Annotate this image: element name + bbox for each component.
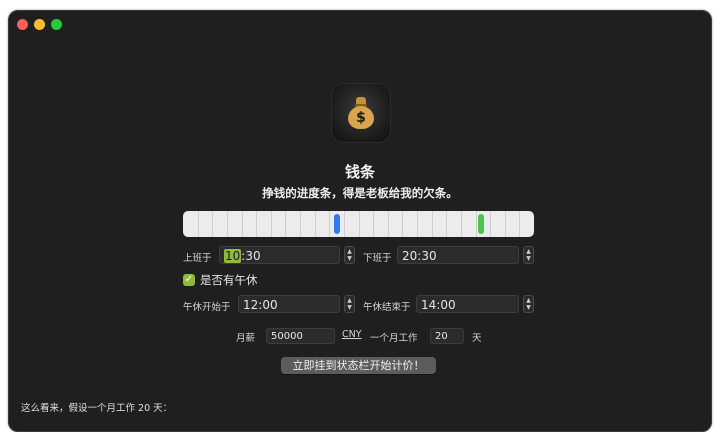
progress-tick	[359, 211, 360, 237]
start-tracking-button[interactable]: 立即挂到状态栏开始计价！	[281, 357, 436, 374]
minimize-window-button[interactable]	[34, 19, 45, 30]
work-start-minutes: :30	[241, 249, 261, 263]
close-window-button[interactable]	[17, 19, 28, 30]
app-title: 钱条	[344, 163, 375, 181]
work-end-time-field[interactable]: 20:30	[397, 246, 519, 264]
progress-tick	[212, 211, 213, 237]
work-start-time-field[interactable]: 10:30	[219, 246, 340, 264]
currency-selector[interactable]: CNY	[342, 329, 362, 340]
work-start-hour-selected: 10	[224, 249, 242, 263]
window-controls	[17, 19, 62, 30]
progress-tick	[285, 211, 286, 237]
progress-tick	[519, 211, 520, 237]
work-start-label: 上班于	[183, 253, 212, 264]
progress-tick	[476, 211, 477, 237]
current-time-marker	[334, 214, 340, 234]
app-icon: $	[331, 83, 391, 143]
lunch-start-stepper[interactable]: ▲ ▼	[344, 295, 355, 313]
lunch-end-stepper[interactable]: ▲ ▼	[523, 295, 534, 313]
progress-tick	[388, 211, 389, 237]
progress-tick	[227, 211, 228, 237]
progress-tick	[505, 211, 506, 237]
lunch-end-label: 午休结束于	[363, 302, 411, 313]
progress-tick	[461, 211, 462, 237]
work-progress-bar	[183, 211, 534, 237]
money-bag-icon: $	[347, 97, 375, 129]
progress-tick	[446, 211, 447, 237]
progress-tick	[315, 211, 316, 237]
salary-input[interactable]: 50000	[266, 328, 335, 344]
workdays-unit: 天	[472, 333, 482, 344]
lunch-end-time-field[interactable]: 14:00	[416, 295, 519, 313]
workdays-label: 一个月工作	[370, 333, 418, 344]
work-end-stepper[interactable]: ▲ ▼	[523, 246, 534, 264]
progress-tick	[402, 211, 403, 237]
lunch-break-checkbox[interactable]: ✓	[183, 274, 195, 286]
zoom-window-button[interactable]	[51, 19, 62, 30]
work-start-stepper[interactable]: ▲ ▼	[344, 246, 355, 264]
lunch-break-label: 是否有午休	[200, 273, 258, 287]
progress-tick	[490, 211, 491, 237]
lunch-start-time-field[interactable]: 12:00	[238, 295, 340, 313]
progress-tick	[344, 211, 345, 237]
app-window: $ 钱条 挣钱的进度条，得是老板给我的欠条。 上班于 10:30 ▲ ▼ 下班于 …	[8, 10, 712, 432]
progress-tick	[256, 211, 257, 237]
lunch-start-label: 午休开始于	[183, 302, 231, 313]
app-subtitle: 挣钱的进度条，得是老板给我的欠条。	[262, 186, 458, 200]
progress-tick	[300, 211, 301, 237]
summary-text: 这么看来，假设一个月工作 20 天：	[21, 403, 173, 414]
workdays-input[interactable]: 20	[430, 328, 464, 344]
progress-tick	[373, 211, 374, 237]
progress-tick	[198, 211, 199, 237]
progress-tick	[417, 211, 418, 237]
progress-tick	[432, 211, 433, 237]
progress-tick	[329, 211, 330, 237]
salary-label: 月薪	[236, 333, 256, 344]
end-time-marker	[478, 214, 484, 234]
progress-tick	[271, 211, 272, 237]
work-end-label: 下班于	[363, 253, 392, 264]
progress-tick	[242, 211, 243, 237]
